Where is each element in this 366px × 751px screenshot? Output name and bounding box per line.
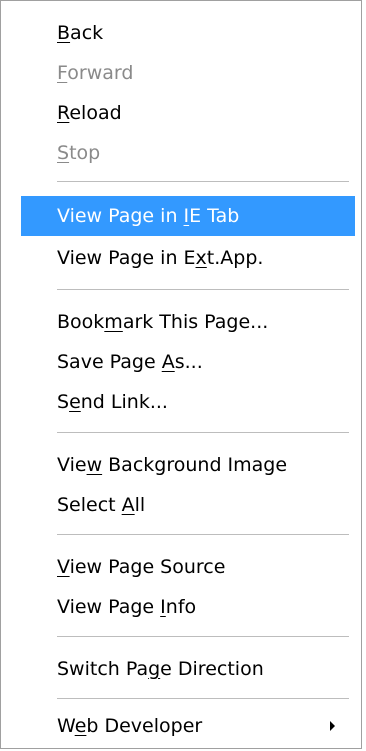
menu-item-select-all[interactable]: Select All [21,485,355,525]
menu-separator [57,289,349,290]
menu-separator [57,698,349,699]
submenu-arrow-icon [330,721,335,731]
menu-item-view-page-source[interactable]: View Page Source [21,547,355,587]
context-menu: Back Forward Reload Stop View Page in IE… [0,0,362,749]
menu-item-stop[interactable]: Stop [21,133,355,173]
menu-separator [57,534,349,535]
menu-item-switch-page-direction[interactable]: Switch Page Direction [21,649,355,689]
menu-item-view-page-in-ext-app[interactable]: View Page in Ext.App. [21,238,355,278]
menu-item-view-page-info[interactable]: View Page Info [21,587,355,627]
menu-separator [57,636,349,637]
menu-separator [57,432,349,433]
menu-separator [57,181,349,182]
menu-item-send-link[interactable]: Send Link... [21,382,355,422]
menu-item-back[interactable]: Back [21,13,355,53]
menu-item-save-page-as[interactable]: Save Page As... [21,342,355,382]
menu-item-forward[interactable]: Forward [21,53,355,93]
menu-item-reload[interactable]: Reload [21,93,355,133]
menu-item-bookmark-this-page[interactable]: Bookmark This Page... [21,302,355,342]
menu-item-web-developer[interactable]: Web Developer [21,706,355,746]
menu-item-view-background-image[interactable]: View Background Image [21,445,355,485]
menu-item-view-page-in-ie-tab[interactable]: View Page in IE Tab [21,196,355,236]
